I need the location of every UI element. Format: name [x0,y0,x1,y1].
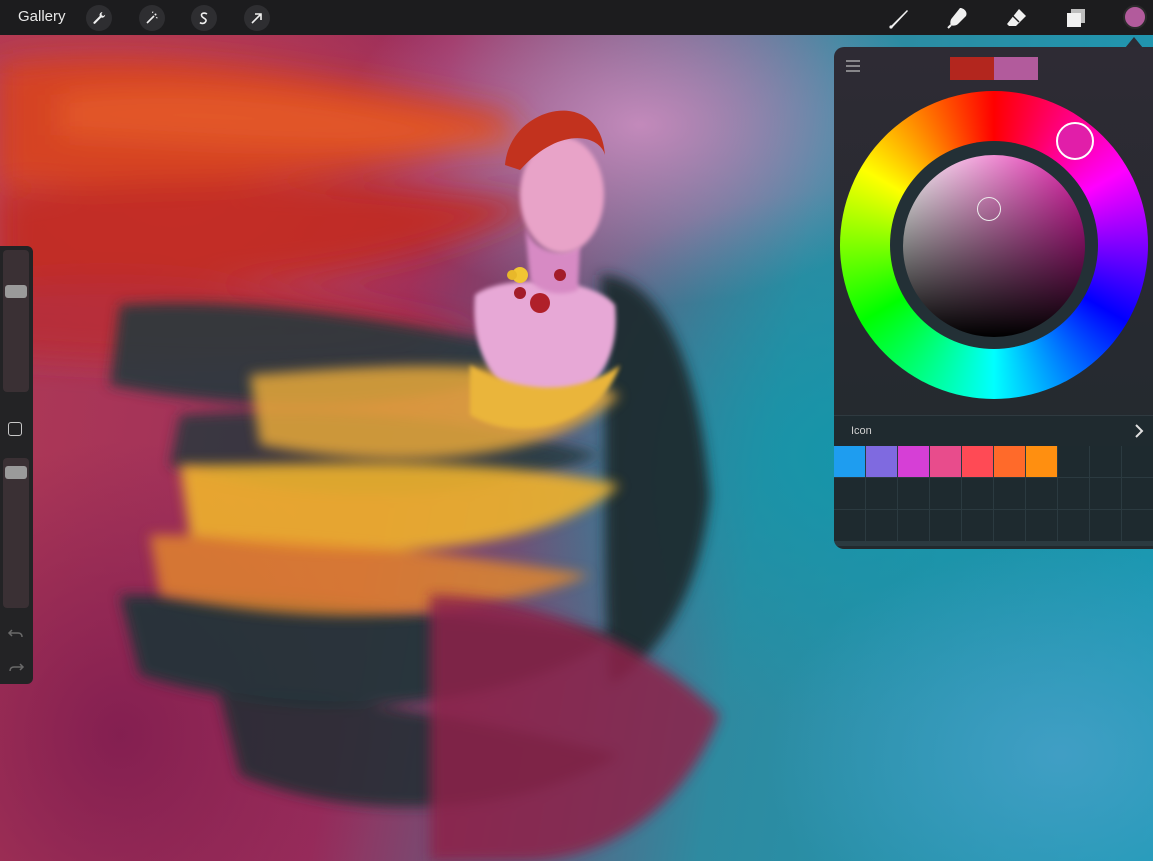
palette-empty-cell[interactable] [1026,510,1057,541]
palette-header[interactable]: Icon [834,415,1153,447]
wrench-icon [93,12,106,24]
menu-icon[interactable] [846,60,860,72]
color-picker-button[interactable] [1123,5,1147,29]
palette-name: Icon [851,425,872,437]
palette-empty-cell[interactable] [1090,510,1121,541]
palette-swatch[interactable] [962,446,993,477]
palette-empty-cell[interactable] [1026,478,1057,509]
palette-empty-cell[interactable] [834,478,865,509]
palette-swatch[interactable] [1026,446,1057,477]
chevron-right-icon[interactable] [1133,423,1145,439]
smudge-icon [947,8,967,29]
palette-swatch[interactable] [898,446,929,477]
palette-empty-cell[interactable] [898,478,929,509]
palette-empty-cell[interactable] [930,510,961,541]
layers-button[interactable] [1062,4,1090,32]
palette-empty-cell[interactable] [1090,478,1121,509]
palette-empty-cell[interactable] [1122,478,1153,509]
palette-empty-cell[interactable] [930,478,961,509]
adjustments-button[interactable] [139,5,165,31]
skirt [430,595,720,861]
current-color-swatch[interactable] [950,57,994,80]
eraser-icon [1007,9,1026,26]
gallery-button[interactable]: Gallery [18,8,66,25]
palette-swatch[interactable] [866,446,897,477]
palette-empty-cell[interactable] [994,510,1025,541]
palette-empty-cell[interactable] [1058,446,1089,477]
palette-empty-cell[interactable] [866,478,897,509]
palette-empty-cell[interactable] [962,510,993,541]
eraser-tool-button[interactable] [1003,4,1031,32]
hue-selector[interactable] [1056,122,1094,160]
palette-swatch[interactable] [930,446,961,477]
palette-empty-cell[interactable] [866,510,897,541]
saturation-selector[interactable] [977,197,1001,221]
palette-grid [834,446,1153,546]
saturation-brightness-disc[interactable] [903,155,1085,337]
palette-empty-cell[interactable] [1090,446,1121,477]
brush-tool-button[interactable] [885,4,913,32]
opacity-slider[interactable] [3,458,29,608]
redo-icon[interactable] [7,658,25,676]
palette-empty-cell[interactable] [898,510,929,541]
transform-arrow-icon [251,13,262,24]
previous-color-swatch[interactable] [994,57,1038,80]
palette-empty-cell[interactable] [1058,510,1089,541]
undo-icon[interactable] [7,624,25,642]
figure [470,110,620,429]
brush-size-slider[interactable] [3,250,29,392]
layers-icon [1067,9,1085,27]
palette-empty-cell[interactable] [1058,478,1089,509]
brush-icon [889,10,908,29]
palette-empty-cell[interactable] [1122,446,1153,477]
palette-empty-cell[interactable] [1122,510,1153,541]
selection-s-icon [199,12,208,25]
palette-empty-cell[interactable] [834,510,865,541]
palette-empty-cell[interactable] [962,478,993,509]
top-toolbar: Gallery [0,0,1153,35]
palette-swatch[interactable] [834,446,865,477]
modify-button[interactable] [8,422,22,436]
smudge-tool-button[interactable] [944,4,972,32]
transform-button[interactable] [244,5,270,31]
color-panel: Icon [834,47,1153,549]
left-sidebar [0,246,33,684]
selection-button[interactable] [191,5,217,31]
actions-button[interactable] [86,5,112,31]
opacity-thumb[interactable] [5,466,27,479]
palette-empty-cell[interactable] [994,478,1025,509]
magic-wand-icon [146,11,158,24]
brush-size-thumb[interactable] [5,285,27,298]
palette-swatch[interactable] [994,446,1025,477]
